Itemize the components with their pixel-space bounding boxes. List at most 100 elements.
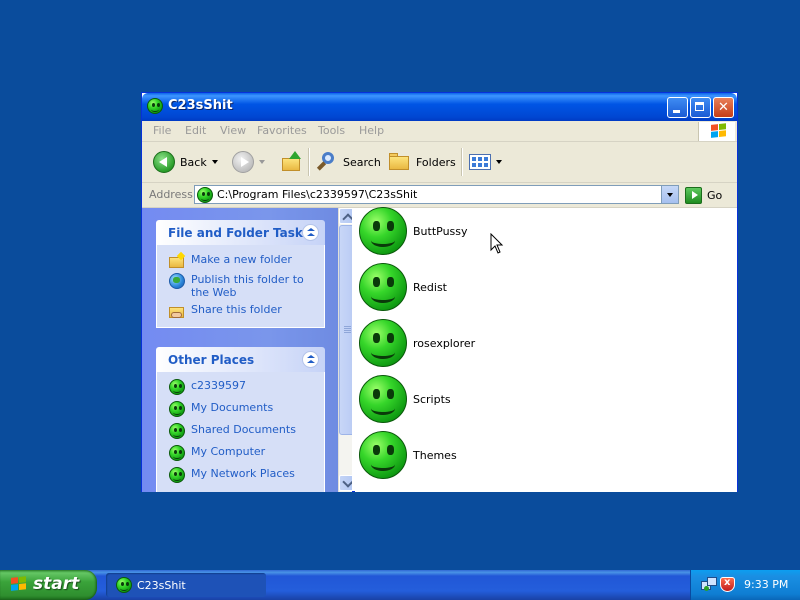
task-pane: File and Folder Tasks Make a new folder …: [142, 208, 352, 492]
place-label: My Computer: [191, 445, 266, 458]
address-label: Address: [149, 188, 193, 201]
folder-name: rosexplorer: [413, 336, 476, 350]
task-pane-scrollbar[interactable]: [338, 208, 352, 492]
go-arrow-icon: [685, 186, 702, 204]
folder-smiley-icon: [197, 187, 213, 203]
start-button[interactable]: start: [0, 570, 97, 600]
menu-favorites[interactable]: Favorites: [257, 124, 307, 137]
folder-smiley-icon: [169, 401, 185, 417]
menu-view[interactable]: View: [220, 124, 246, 137]
place-label: My Network Places: [191, 467, 295, 480]
system-tray: 9:33 PM: [690, 570, 800, 600]
maximize-button[interactable]: [690, 97, 711, 118]
folder-item[interactable]: Redist: [359, 261, 447, 313]
up-folder-icon: [281, 151, 303, 173]
chevron-down-icon: [667, 193, 673, 197]
scroll-down-button[interactable]: [339, 475, 352, 491]
views-button[interactable]: [469, 150, 502, 174]
task-label: Publish this folder to the Web: [191, 273, 304, 299]
panel-header[interactable]: File and Folder Tasks: [156, 220, 325, 245]
menu-file[interactable]: File: [153, 124, 171, 137]
scroll-thumb[interactable]: [339, 225, 352, 435]
address-input[interactable]: C:\Program Files\c2339597\C23sShit: [194, 185, 679, 204]
address-value: C:\Program Files\c2339597\C23sShit: [217, 188, 418, 201]
back-dropdown-icon[interactable]: [211, 160, 218, 164]
toolbar-separator: [461, 148, 463, 176]
file-folder-tasks-panel: File and Folder Tasks Make a new folder …: [156, 220, 325, 328]
folders-icon: [389, 153, 411, 171]
panel-header[interactable]: Other Places: [156, 347, 325, 372]
task-publish-folder[interactable]: Publish this folder to the Web: [157, 271, 324, 301]
folders-button[interactable]: Folders: [389, 150, 456, 174]
mouse-cursor-icon: [490, 233, 504, 254]
folder-item[interactable]: rosexplorer: [359, 317, 475, 369]
scroll-up-button[interactable]: [339, 208, 352, 225]
folder-smiley-icon: [359, 319, 407, 367]
place-shared-documents[interactable]: Shared Documents: [157, 420, 324, 442]
back-label: Back: [180, 155, 207, 169]
other-places-panel: Other Places c2339597 My Documents Share…: [156, 347, 325, 492]
minimize-icon: [673, 110, 680, 113]
views-icon: [469, 154, 491, 170]
panel-body: Make a new folder Publish this folder to…: [156, 245, 325, 328]
toolbar-separator: [308, 148, 310, 176]
task-label: Make a new folder: [191, 253, 292, 266]
place-my-computer[interactable]: My Computer: [157, 442, 324, 464]
folder-item[interactable]: Themes: [359, 429, 457, 481]
menu-tools[interactable]: Tools: [318, 124, 345, 137]
search-icon: [316, 151, 338, 173]
collapse-chevron-icon[interactable]: [302, 224, 319, 241]
folder-smiley-icon: [359, 375, 407, 423]
search-button[interactable]: Search: [316, 150, 381, 174]
folder-smiley-icon: [169, 467, 185, 483]
folders-label: Folders: [416, 155, 456, 169]
place-my-network-places[interactable]: My Network Places: [157, 464, 324, 486]
folder-name: Redist: [413, 280, 447, 294]
menu-edit[interactable]: Edit: [185, 124, 206, 137]
security-shield-icon[interactable]: [720, 577, 735, 592]
taskbar-window-label: C23sShit: [137, 578, 186, 592]
folder-name: ButtPussy: [413, 224, 468, 238]
start-label: start: [33, 574, 80, 594]
windows-logo: [698, 122, 735, 141]
views-dropdown-icon: [496, 160, 502, 164]
go-button[interactable]: Go: [685, 186, 722, 204]
share-folder-icon: [169, 303, 185, 319]
collapse-chevron-icon[interactable]: [302, 351, 319, 368]
up-folder-button[interactable]: [281, 150, 303, 174]
place-label: Shared Documents: [191, 423, 296, 436]
place-label: My Documents: [191, 401, 274, 414]
folder-smiley-icon: [169, 445, 185, 461]
task-share-folder[interactable]: Share this folder: [157, 301, 324, 321]
forward-dropdown-icon[interactable]: [259, 160, 265, 164]
title-bar[interactable]: C23sShit ✕: [142, 93, 737, 121]
place-label: c2339597: [191, 379, 247, 392]
menu-help[interactable]: Help: [359, 124, 384, 137]
place-c2339597[interactable]: c2339597: [157, 376, 324, 398]
chevron-down-icon: [342, 476, 352, 488]
folder-smiley-icon: [169, 423, 185, 439]
go-label: Go: [707, 188, 723, 202]
maximize-icon: [695, 102, 704, 111]
back-button[interactable]: Back: [153, 150, 218, 174]
network-icon[interactable]: [701, 577, 717, 592]
folder-smiley-icon: [169, 379, 185, 395]
chevron-up-icon: [342, 213, 352, 225]
grip-icon: [344, 326, 351, 327]
close-button[interactable]: ✕: [713, 97, 734, 118]
explorer-window: C23sShit ✕ File Edit View Favorites Tool…: [141, 92, 738, 492]
folder-item[interactable]: Scripts: [359, 373, 451, 425]
address-dropdown-button[interactable]: [661, 186, 678, 203]
place-my-documents[interactable]: My Documents: [157, 398, 324, 420]
minimize-button[interactable]: [667, 97, 688, 118]
window-title: C23sShit: [168, 98, 233, 113]
folder-smiley-icon: [359, 263, 407, 311]
taskbar: start C23sShit 9:33 PM: [0, 570, 800, 600]
globe-icon: [169, 273, 185, 289]
forward-button[interactable]: [232, 150, 265, 174]
folder-smiley-icon: [359, 207, 407, 255]
folder-item[interactable]: ButtPussy: [359, 205, 468, 257]
task-make-new-folder[interactable]: Make a new folder: [157, 251, 324, 271]
taskbar-window-button[interactable]: C23sShit: [106, 573, 266, 597]
panel-title: File and Folder Tasks: [168, 226, 311, 240]
